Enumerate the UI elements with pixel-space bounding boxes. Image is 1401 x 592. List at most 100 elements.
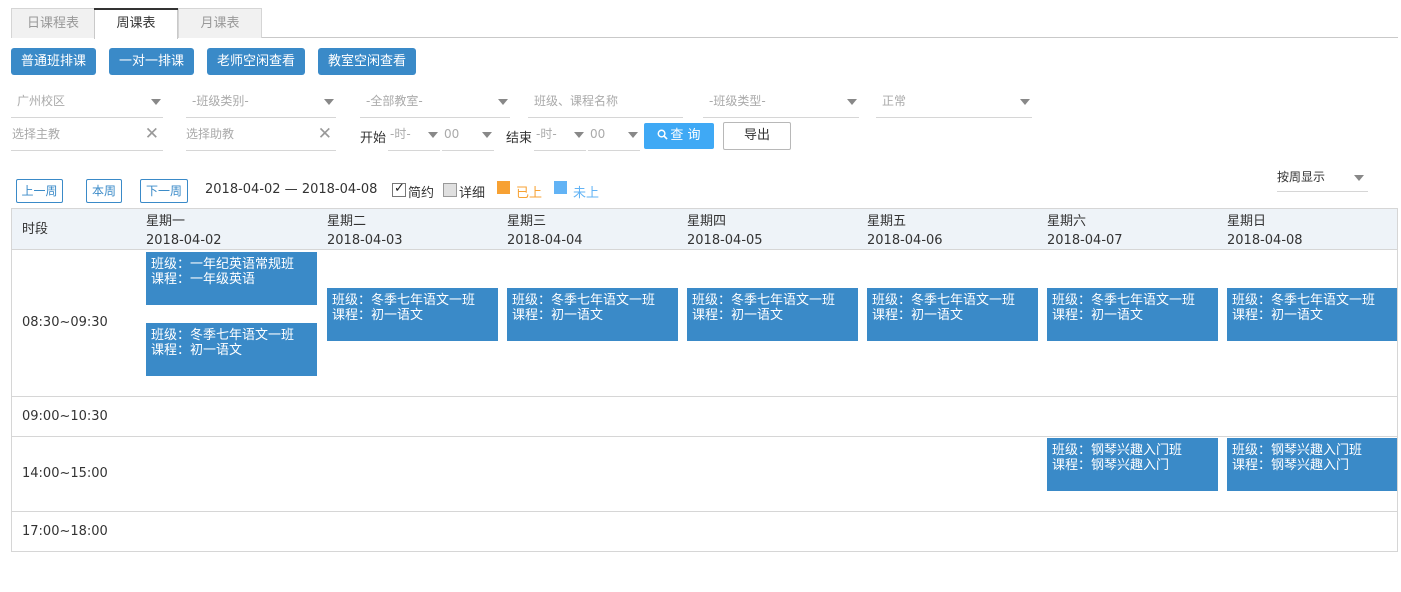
assistant-teacher-input[interactable]: 选择助教 ✕: [186, 121, 336, 151]
course-event-card[interactable]: 班级：冬季七年语文一班 课程：初一语文: [687, 288, 858, 341]
class-type-select[interactable]: -班级类型-: [703, 88, 859, 118]
course-event-card[interactable]: 班级：冬季七年语文一班 课程：初一语文: [1227, 288, 1397, 341]
chevron-down-icon: [574, 132, 584, 138]
done-legend-label: 已上: [516, 186, 543, 201]
prev-week-button[interactable]: 上一周: [16, 179, 63, 203]
clear-icon[interactable]: ✕: [318, 121, 332, 147]
teacher-availability-button[interactable]: 老师空闲查看: [207, 48, 305, 75]
event-course: 课程：钢琴兴趣入门: [1232, 458, 1350, 473]
campus-select[interactable]: 广州校区: [11, 88, 163, 118]
period-column-header: 时段: [22, 222, 49, 237]
chevron-down-icon: [498, 99, 508, 105]
campus-select-value: 广州校区: [17, 94, 66, 108]
event-class: 班级：冬季七年语文一班: [151, 328, 295, 343]
day-date: 2018-04-03: [327, 233, 403, 248]
classroom-value: -全部教室-: [366, 94, 423, 108]
row-divider: [12, 436, 1397, 437]
course-event-card[interactable]: 班级：一年纪英语常规班 课程：一年级英语: [146, 252, 317, 305]
course-event-card[interactable]: 班级：钢琴兴趣入门班 课程：钢琴兴趣入门: [1227, 438, 1397, 491]
chevron-down-icon: [151, 99, 161, 105]
time-slot-label: 17:00~18:00: [22, 524, 108, 539]
weekday-label: 星期二: [327, 214, 367, 229]
day-header-mon: 星期一 2018-04-02: [146, 212, 222, 250]
course-event-card[interactable]: 班级：钢琴兴趣入门班 课程：钢琴兴趣入门: [1047, 438, 1218, 491]
class-course-search-input[interactable]: 班级、课程名称: [528, 88, 683, 118]
done-legend-swatch: [497, 181, 510, 194]
row-divider: [12, 396, 1397, 397]
day-date: 2018-04-07: [1047, 233, 1123, 248]
event-class: 班级：冬季七年语文一班: [692, 293, 836, 308]
search-icon: [657, 129, 669, 140]
current-week-button[interactable]: 本周: [86, 179, 122, 203]
event-course: 课程：初一语文: [151, 343, 243, 358]
next-week-button[interactable]: 下一周: [140, 179, 188, 203]
event-course: 课程：初一语文: [872, 308, 964, 323]
day-header-sat: 星期六 2018-04-07: [1047, 212, 1123, 250]
chevron-down-icon: [324, 99, 334, 105]
regular-class-schedule-button[interactable]: 普通班排课: [11, 48, 96, 75]
pending-legend-swatch: [554, 181, 567, 194]
tab-weekly[interactable]: 周课表: [94, 8, 178, 39]
classroom-availability-button[interactable]: 教室空闲查看: [318, 48, 416, 75]
week-date-range: 2018-04-02 — 2018-04-08: [205, 182, 378, 197]
export-button[interactable]: 导出: [723, 122, 791, 150]
day-header-tue: 星期二 2018-04-03: [327, 212, 403, 250]
brief-label: 简约: [408, 186, 435, 201]
main-teacher-input[interactable]: 选择主教 ✕: [11, 121, 163, 151]
tab-daily[interactable]: 日课程表: [11, 8, 95, 38]
schedule-tabs: 日课程表 周课表 月课表: [11, 8, 1398, 39]
weekday-label: 星期三: [507, 214, 547, 229]
status-value: 正常: [882, 94, 907, 108]
query-button[interactable]: 查 询: [644, 123, 714, 149]
chevron-down-icon: [1354, 175, 1364, 181]
start-hour-select[interactable]: -时-: [388, 121, 440, 151]
detail-label: 详细: [459, 186, 486, 201]
end-minute-select[interactable]: 00: [588, 121, 640, 151]
chevron-down-icon: [1020, 99, 1030, 105]
weekday-label: 星期六: [1047, 214, 1087, 229]
course-event-card[interactable]: 班级：冬季七年语文一班 课程：初一语文: [867, 288, 1038, 341]
brief-checkbox[interactable]: [392, 181, 406, 197]
clear-icon[interactable]: ✕: [145, 121, 159, 147]
search-placeholder: 班级、课程名称: [534, 94, 619, 108]
day-header-fri: 星期五 2018-04-06: [867, 212, 943, 250]
detail-checkbox[interactable]: [443, 183, 457, 197]
chevron-down-icon: [847, 99, 857, 105]
event-course: 课程：一年级英语: [151, 272, 256, 287]
schedule-header: 时段 星期一 2018-04-02 星期二 2018-04-03 星期三 2018-0…: [12, 209, 1397, 250]
course-event-card[interactable]: 班级：冬季七年语文一班 课程：初一语文: [507, 288, 678, 341]
classroom-select[interactable]: -全部教室-: [360, 88, 510, 118]
day-date: 2018-04-05: [687, 233, 763, 248]
view-mode-select[interactable]: 按周显示: [1277, 165, 1368, 192]
chevron-down-icon: [482, 132, 492, 138]
end-time-label: 结束: [506, 131, 533, 146]
time-slot-label: 14:00~15:00: [22, 466, 108, 481]
day-date: 2018-04-02: [146, 233, 222, 248]
event-class: 班级：钢琴兴趣入门班: [1232, 443, 1363, 458]
time-slot-label: 09:00~10:30: [22, 409, 108, 424]
day-header-thu: 星期四 2018-04-05: [687, 212, 763, 250]
course-event-card[interactable]: 班级：冬季七年语文一班 课程：初一语文: [146, 323, 317, 376]
row-divider: [12, 511, 1397, 512]
weekly-schedule-grid: 时段 星期一 2018-04-02 星期二 2018-04-03 星期三 2018-0…: [11, 208, 1398, 552]
event-course: 课程：初一语文: [1232, 308, 1324, 323]
event-class: 班级：钢琴兴趣入门班: [1052, 443, 1183, 458]
event-class: 班级：冬季七年语文一班: [872, 293, 1016, 308]
end-minute-value: 00: [590, 127, 606, 141]
course-event-card[interactable]: 班级：冬季七年语文一班 课程：初一语文: [327, 288, 498, 341]
end-hour-value: -时-: [536, 127, 557, 141]
end-hour-select[interactable]: -时-: [534, 121, 586, 151]
status-select[interactable]: 正常: [876, 88, 1032, 118]
view-mode-value: 按周显示: [1277, 170, 1326, 184]
one-on-one-schedule-button[interactable]: 一对一排课: [109, 48, 194, 75]
weekday-label: 星期四: [687, 214, 727, 229]
day-date: 2018-04-04: [507, 233, 583, 248]
start-minute-select[interactable]: 00: [442, 121, 494, 151]
class-type-value: -班级类型-: [709, 94, 766, 108]
day-header-sun: 星期日 2018-04-08: [1227, 212, 1303, 250]
tab-monthly[interactable]: 月课表: [178, 8, 262, 38]
time-slot-label: 08:30~09:30: [22, 315, 108, 330]
course-event-card[interactable]: 班级：冬季七年语文一班 课程：初一语文: [1047, 288, 1218, 341]
class-category-select[interactable]: -班级类别-: [186, 88, 336, 118]
assistant-placeholder: 选择助教: [186, 127, 235, 141]
